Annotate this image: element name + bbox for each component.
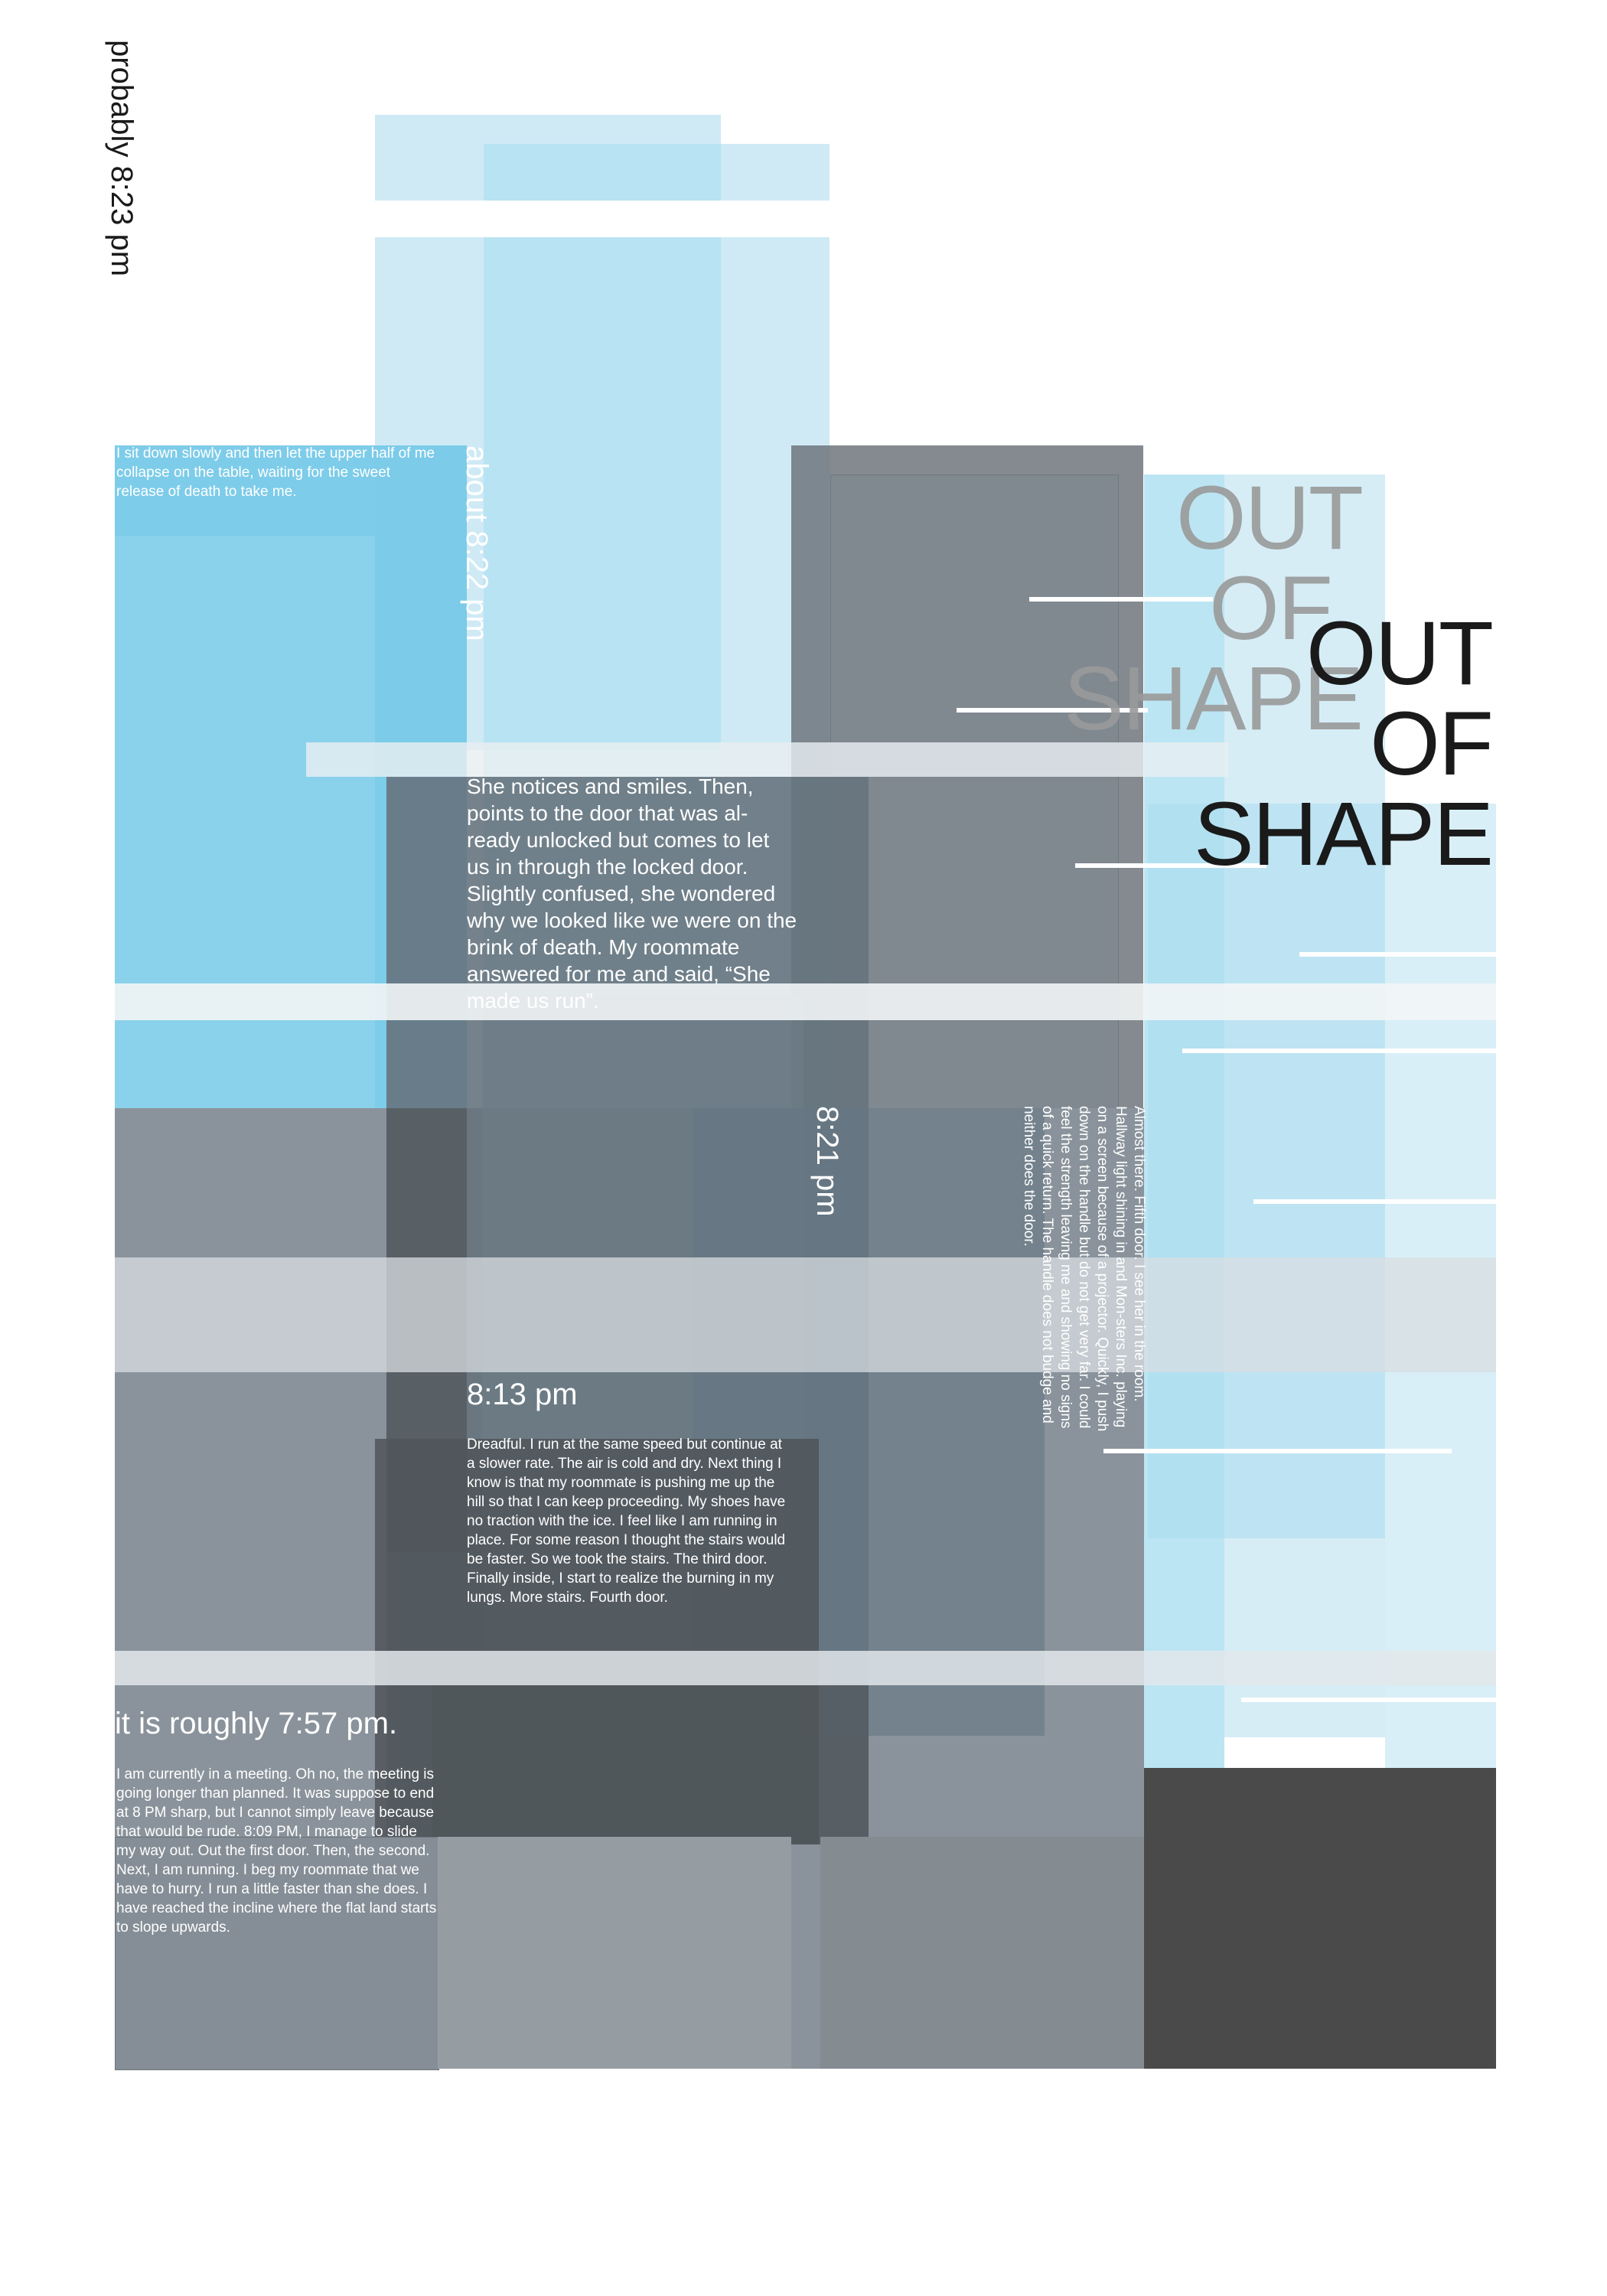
timestamp-757: it is roughly 7:57 pm. — [115, 1707, 398, 1740]
stroke-line — [1299, 952, 1496, 957]
dark-block-bottom — [432, 1684, 869, 1844]
white-band-top — [367, 201, 842, 237]
band-white — [115, 983, 1496, 1020]
dark-block-corner — [1144, 1768, 1496, 2069]
paragraph-822: She notices and smiles. Then, points to … — [467, 775, 797, 1013]
gray-block-bottom-mid — [438, 1837, 791, 2069]
band-low — [115, 1651, 1496, 1685]
blue-block-left-pale — [115, 536, 375, 1110]
blue-column-mid-right — [1148, 804, 1385, 1538]
band-light-gray — [115, 1257, 1496, 1372]
paragraph-757: I am currently in a meeting. Oh no, the … — [116, 1766, 437, 1936]
poster-canvas — [0, 0, 1607, 2296]
title-main-line3: SHAPE — [1193, 784, 1494, 885]
timestamp-822: about 8:22 pm — [460, 445, 494, 641]
gray-block-bottom-right — [820, 1837, 1144, 2069]
title-ghost-line1: OUT — [1175, 468, 1364, 569]
stroke-line — [1103, 1449, 1452, 1453]
paragraph-813: Dreadful. I run at the same speed but co… — [467, 1437, 786, 1606]
timestamp-823: probably 8:23 pm — [105, 40, 139, 277]
timestamp-813: 8:13 pm — [467, 1378, 578, 1411]
stroke-line — [1253, 1199, 1496, 1204]
stroke-line — [1182, 1049, 1496, 1053]
title-main-line1: OUT — [1305, 603, 1494, 704]
stroke-line — [1241, 1698, 1496, 1702]
timestamp-821: 8:21 pm — [810, 1106, 844, 1217]
paragraph-821: Almost there. Fifth door. I see her in t… — [1021, 1106, 1147, 1432]
title-main-line2: OF — [1370, 693, 1494, 794]
title-main: OUT OF SHAPE — [1133, 603, 1494, 885]
paragraph-823: I sit down slowly and then let the upper… — [116, 445, 435, 500]
